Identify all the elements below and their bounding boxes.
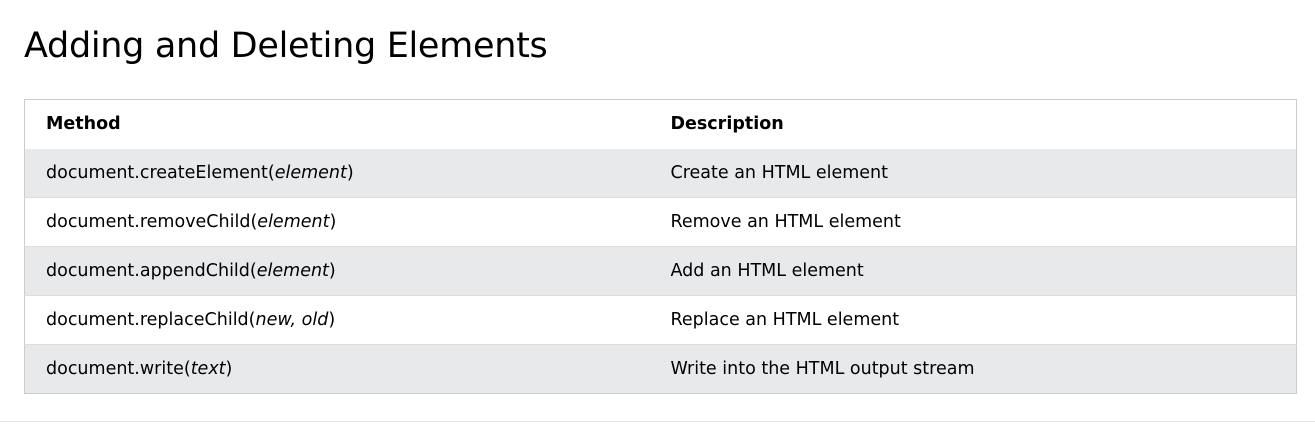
method-close-paren: )	[329, 212, 337, 232]
method-cell: document.createElement(element)	[25, 149, 650, 198]
page-title: Adding and Deleting Elements	[24, 26, 548, 66]
method-name: document.removeChild(	[46, 212, 258, 232]
method-close-paren: )	[225, 359, 233, 379]
table-row: document.removeChild(element) Remove an …	[24, 197, 1297, 247]
table-row: document.write(text) Write into the HTML…	[24, 344, 1297, 394]
method-cell: document.write(text)	[25, 345, 650, 394]
method-name: document.appendChild(	[46, 261, 257, 281]
method-cell: document.removeChild(element)	[25, 198, 650, 247]
method-name: document.write(	[46, 359, 191, 379]
table-row: document.replaceChild(new, old) Replace …	[24, 295, 1297, 345]
description-cell: Write into the HTML output stream	[670, 359, 975, 379]
method-name: document.replaceChild(	[46, 310, 256, 330]
method-argument: text	[190, 359, 226, 379]
method-close-paren: )	[328, 310, 336, 330]
description-cell: Create an HTML element	[670, 162, 889, 183]
method-argument: element	[257, 212, 330, 232]
table-row: document.appendChild(element) Add an HTM…	[24, 246, 1297, 296]
method-cell: document.replaceChild(new, old)	[25, 296, 650, 345]
description-cell: Add an HTML element	[670, 261, 864, 281]
method-cell: document.appendChild(element)	[25, 247, 650, 296]
method-name: document.createElement(	[46, 162, 275, 183]
column-header-method: Method	[46, 114, 121, 135]
table-header-row: Method Description	[24, 99, 1297, 149]
method-close-paren: )	[346, 162, 354, 183]
methods-table: Method Description document.createElemen…	[24, 99, 1297, 394]
column-header-description: Description	[670, 114, 784, 135]
method-argument: new, old	[255, 310, 329, 330]
description-cell: Replace an HTML element	[670, 310, 900, 330]
method-argument: element	[274, 162, 347, 183]
section-divider	[0, 421, 1315, 422]
table-row: document.createElement(element) Create a…	[24, 148, 1297, 198]
method-close-paren: )	[328, 261, 336, 281]
description-cell: Remove an HTML element	[670, 212, 901, 232]
method-argument: element	[256, 261, 329, 281]
